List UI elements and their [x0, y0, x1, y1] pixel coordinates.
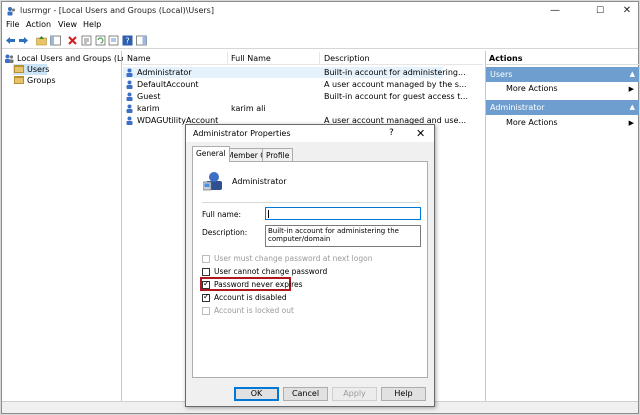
help-icon[interactable]: ? [122, 35, 133, 46]
row-full-name: karim ali [231, 104, 266, 113]
tab-profile[interactable]: Profile [262, 148, 294, 161]
back-arrow-icon[interactable] [5, 35, 16, 46]
forward-arrow-icon[interactable] [18, 35, 29, 46]
user-icon [126, 104, 133, 113]
maximize-button[interactable]: ☐ [585, 4, 615, 18]
checkbox-box[interactable] [202, 279, 210, 289]
column-divider[interactable] [227, 52, 228, 64]
row-name: DefaultAccount [137, 80, 199, 89]
row-name: karim [137, 104, 160, 113]
minimize-button[interactable]: — [540, 4, 570, 18]
table-row[interactable]: Administrator Built-in account for admin… [123, 67, 466, 78]
actions-pane: Actions Users ▲ More Actions ▶ Administr… [485, 51, 639, 401]
show-hide-action-pane-icon[interactable] [136, 35, 147, 46]
user-account-icon [203, 172, 222, 191]
submenu-arrow-icon: ▶ [628, 85, 634, 93]
description-label: Description: [202, 228, 248, 237]
section-header-label: Users [490, 70, 513, 79]
folder-icon [14, 65, 24, 73]
cancel-button[interactable]: Cancel [283, 387, 328, 401]
row-description: Built-in account for guest access t... [324, 92, 469, 101]
menu-action[interactable]: Action [26, 20, 51, 29]
apply-button[interactable]: Apply [332, 387, 377, 401]
users-groups-icon [5, 54, 14, 63]
collapse-icon[interactable]: ▲ [630, 103, 635, 111]
description-field[interactable]: Built-in account for administering the c… [265, 225, 421, 247]
row-name: Guest [137, 92, 161, 101]
text-caret [268, 210, 269, 218]
column-description[interactable]: Description [324, 54, 370, 63]
svg-text:?: ? [125, 37, 129, 46]
menu-file[interactable]: File [6, 20, 19, 29]
collapse-icon[interactable]: ▲ [630, 70, 635, 78]
dialog-title-bar: Administrator Properties ? ✕ [186, 125, 434, 142]
toolbar: ? [2, 33, 638, 49]
actions-section-administrator[interactable]: Administrator ▲ [486, 100, 639, 115]
menu-view[interactable]: View [58, 20, 77, 29]
section-header-label: Administrator [490, 103, 545, 112]
table-row[interactable]: DefaultAccount A user account managed by… [123, 79, 467, 90]
actions-title: Actions [486, 51, 639, 65]
checkbox-label: Account is disabled [214, 293, 287, 302]
title-bar: lusrmgr - [Local Users and Groups (Local… [2, 2, 638, 17]
users-app-icon [6, 6, 16, 16]
column-divider[interactable] [319, 52, 320, 64]
account-username: Administrator [232, 177, 287, 186]
action-more-actions-administrator[interactable]: More Actions ▶ [506, 118, 634, 127]
tree-item-users[interactable]: Users [13, 64, 50, 75]
row-description: Built-in account for administering... [324, 68, 466, 77]
window-title: lusrmgr - [Local Users and Groups (Local… [20, 6, 214, 15]
administrator-properties-dialog: Administrator Properties ? ✕ General Mem… [185, 124, 435, 407]
table-row[interactable]: Guest Built-in account for guest access … [123, 91, 468, 102]
user-icon [126, 80, 133, 89]
action-more-actions-users[interactable]: More Actions ▶ [506, 84, 634, 93]
show-hide-tree-icon[interactable] [50, 35, 61, 46]
ok-button[interactable]: OK [234, 387, 279, 401]
checkbox-box[interactable] [202, 307, 210, 315]
menu-help[interactable]: Help [83, 20, 101, 29]
refresh-icon[interactable] [95, 35, 106, 46]
checkbox-label: User cannot change password [214, 267, 328, 276]
checkbox-label: Password never expires [214, 280, 303, 289]
full-name-field[interactable] [265, 207, 421, 220]
full-name-label: Full name: [202, 210, 242, 219]
column-name[interactable]: Name [127, 54, 151, 63]
dialog-close-button[interactable]: ✕ [416, 127, 425, 140]
user-icon [126, 116, 133, 125]
checkbox-label: Account is locked out [214, 306, 294, 315]
dialog-help-button[interactable]: ? [389, 128, 394, 138]
console-tree: Local Users and Groups (Local) Users Gro… [2, 51, 141, 401]
delete-icon[interactable] [67, 35, 78, 46]
tree-item-label: Users [27, 65, 50, 74]
checkbox-box[interactable] [202, 268, 210, 276]
row-description: A user account managed by the s... [324, 80, 467, 89]
user-icon [126, 92, 133, 101]
row-name: Administrator [137, 68, 192, 77]
user-icon [126, 68, 133, 77]
table-row[interactable]: karim karim ali [123, 103, 443, 114]
list-header: Name Full Name Description [123, 51, 483, 65]
properties-icon[interactable] [81, 35, 92, 46]
tree-item-label: Groups [27, 76, 56, 85]
checkbox-box[interactable] [202, 255, 210, 263]
submenu-arrow-icon: ▶ [628, 119, 634, 127]
export-list-icon[interactable] [108, 35, 119, 46]
action-label: More Actions [506, 118, 558, 127]
close-button[interactable]: ✕ [612, 4, 640, 18]
checkbox-box[interactable] [202, 292, 210, 302]
divider [202, 202, 420, 203]
actions-section-users[interactable]: Users ▲ [486, 67, 639, 82]
checkbox-label: User must change password at next logon [214, 254, 373, 263]
dialog-title: Administrator Properties [193, 129, 291, 138]
up-folder-icon[interactable] [36, 35, 47, 46]
menu-bar: File Action View Help [2, 18, 638, 32]
action-label: More Actions [506, 84, 558, 93]
general-tab-panel: Administrator Full name: Description: Bu… [192, 161, 428, 378]
folder-icon [14, 76, 24, 84]
help-button[interactable]: Help [381, 387, 426, 401]
column-full-name[interactable]: Full Name [231, 54, 271, 63]
tab-general[interactable]: General [192, 146, 230, 162]
